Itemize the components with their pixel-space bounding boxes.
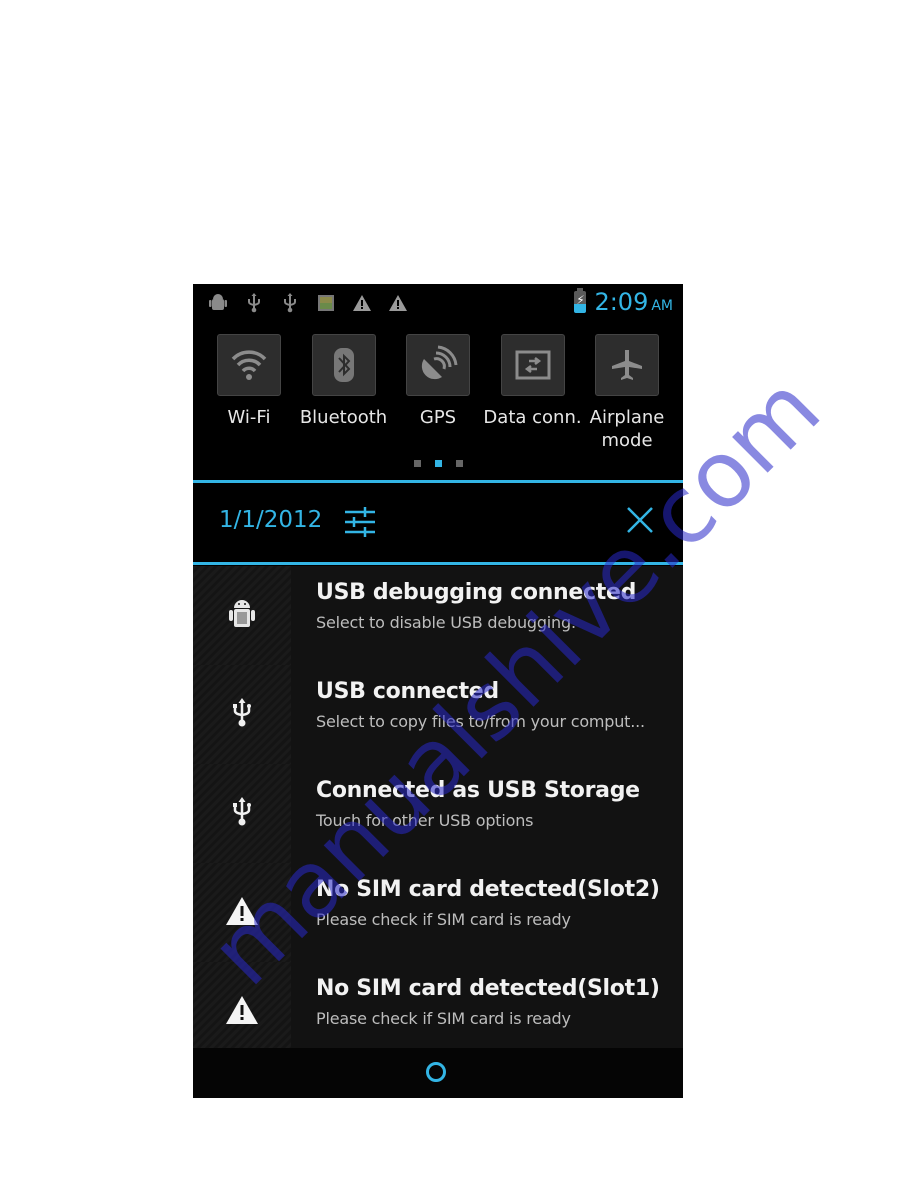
notification-usb-storage[interactable]: Connected as USB Storage Touch for other… bbox=[193, 764, 683, 863]
page-indicator[interactable] bbox=[413, 460, 421, 467]
home-circle-icon[interactable] bbox=[426, 1062, 446, 1082]
warning-icon bbox=[225, 896, 259, 930]
notification-list: USB debugging connected Select to disabl… bbox=[193, 566, 683, 1061]
warning-icon bbox=[225, 995, 259, 1029]
toggle-wifi[interactable]: Wi-Fi bbox=[209, 334, 289, 452]
notification-subtitle: Please check if SIM card is ready bbox=[316, 1009, 571, 1028]
battery-charging-icon: ⚡ bbox=[574, 288, 587, 313]
clock: 2:09 AM bbox=[594, 288, 673, 316]
usb-icon bbox=[232, 796, 252, 831]
page-indicator-active[interactable] bbox=[434, 460, 442, 467]
navigation-bar bbox=[193, 1048, 683, 1098]
notification-subtitle: Touch for other USB options bbox=[316, 811, 534, 830]
quick-settings: Wi-Fi Bluetooth GPS Data conn. Airplane m… bbox=[193, 334, 683, 452]
notification-usb-debugging[interactable]: USB debugging connected Select to disabl… bbox=[193, 566, 683, 665]
page-indicator[interactable] bbox=[455, 460, 463, 467]
toggle-airplane-mode[interactable]: Airplane mode bbox=[587, 334, 667, 452]
toggle-label: GPS bbox=[419, 407, 457, 428]
divider bbox=[193, 562, 683, 565]
clock-time: 2:09 bbox=[594, 288, 649, 316]
close-button[interactable] bbox=[625, 505, 655, 535]
toggle-label: Airplane mode bbox=[589, 407, 665, 451]
warning-icon bbox=[387, 292, 409, 314]
android-debug-icon bbox=[228, 597, 256, 635]
android-debug-icon bbox=[207, 292, 229, 314]
shade-header: 1/1/2012 bbox=[193, 483, 683, 563]
notification-no-sim-slot2[interactable]: No SIM card detected(Slot2) Please check… bbox=[193, 863, 683, 962]
data-connection-icon bbox=[500, 334, 565, 396]
toggle-bluetooth[interactable]: Bluetooth bbox=[300, 334, 387, 452]
warning-icon bbox=[351, 292, 373, 314]
settings-button[interactable] bbox=[343, 505, 377, 539]
settings-sliders-icon bbox=[345, 507, 375, 537]
date-label: 1/1/2012 bbox=[219, 507, 323, 533]
airplane-icon bbox=[595, 334, 659, 396]
gps-icon bbox=[406, 334, 470, 396]
notification-title: Connected as USB Storage bbox=[316, 778, 640, 803]
close-icon bbox=[627, 507, 653, 533]
wifi-icon bbox=[217, 334, 281, 396]
notification-title: No SIM card detected(Slot2) bbox=[316, 877, 660, 902]
notification-title: No SIM card detected(Slot1) bbox=[316, 976, 660, 1001]
notification-usb-connected[interactable]: USB connected Select to copy files to/fr… bbox=[193, 665, 683, 764]
notification-subtitle: Please check if SIM card is ready bbox=[316, 910, 571, 929]
notification-title: USB connected bbox=[316, 679, 499, 704]
usb-icon bbox=[243, 292, 265, 314]
usb-icon bbox=[279, 292, 301, 314]
toggle-gps[interactable]: GPS bbox=[398, 334, 478, 452]
clock-ampm: AM bbox=[651, 298, 673, 314]
notification-title: USB debugging connected bbox=[316, 580, 637, 605]
gallery-icon bbox=[315, 292, 337, 314]
notification-no-sim-slot1[interactable]: No SIM card detected(Slot1) Please check… bbox=[193, 962, 683, 1061]
toggle-data-connection[interactable]: Data conn. bbox=[483, 334, 582, 452]
toggle-label: Data conn. bbox=[483, 407, 582, 428]
toggle-label: Bluetooth bbox=[299, 407, 388, 428]
status-bar: ⚡ 2:09 AM bbox=[193, 284, 683, 324]
notification-subtitle: Select to disable USB debugging. bbox=[316, 613, 576, 632]
notification-subtitle: Select to copy files to/from your comput… bbox=[316, 712, 645, 731]
quick-settings-pager bbox=[193, 460, 683, 467]
toggle-label: Wi-Fi bbox=[227, 407, 271, 428]
notification-shade: ⚡ 2:09 AM Wi-Fi Bluetooth GPS Data conn.… bbox=[193, 284, 683, 1098]
bluetooth-icon bbox=[311, 334, 376, 396]
usb-icon bbox=[232, 697, 252, 732]
